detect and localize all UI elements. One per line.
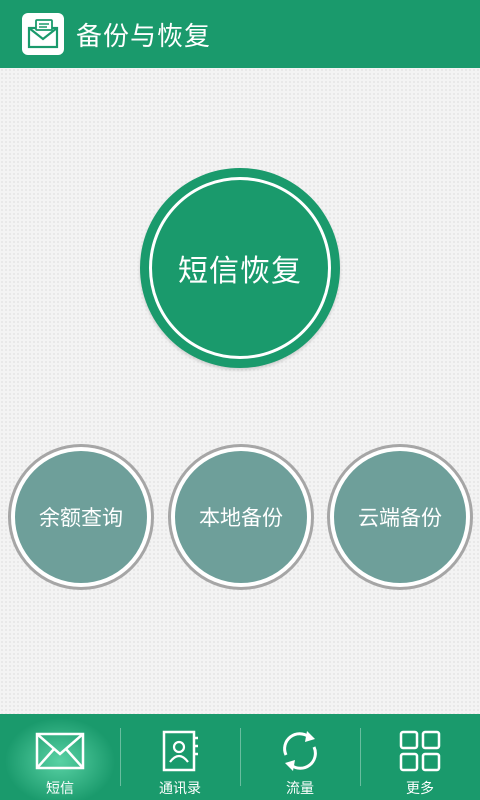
title-bar: 备份与恢复 [0, 0, 480, 68]
nav-label-contacts: 通讯录 [159, 781, 201, 797]
local-backup-button[interactable]: 本地备份 [168, 444, 314, 590]
grid-icon [399, 728, 441, 774]
nav-item-more[interactable]: 更多 [360, 714, 480, 800]
nav-label-traffic: 流量 [286, 781, 314, 797]
nav-label-more: 更多 [406, 781, 434, 797]
local-backup-label: 本地备份 [175, 451, 307, 583]
cloud-backup-button[interactable]: 云端备份 [327, 444, 473, 590]
envelope-icon [35, 728, 85, 774]
nav-item-traffic[interactable]: 流量 [240, 714, 360, 800]
balance-query-button[interactable]: 余额查询 [8, 444, 154, 590]
page-title: 备份与恢复 [76, 21, 212, 52]
sms-restore-button[interactable]: 短信恢复 [140, 168, 340, 368]
refresh-icon [278, 728, 322, 774]
sms-envelope-icon [22, 13, 64, 55]
nav-item-contacts[interactable]: 通讯录 [120, 714, 240, 800]
balance-query-label: 余额查询 [15, 451, 147, 583]
bottom-nav: 短信 通讯录 流量 更多 [0, 714, 480, 800]
sms-restore-label: 短信恢复 [149, 177, 331, 359]
cloud-backup-label: 云端备份 [334, 451, 466, 583]
contacts-book-icon [159, 728, 201, 774]
nav-label-sms: 短信 [46, 781, 74, 797]
nav-item-sms[interactable]: 短信 [0, 714, 120, 800]
